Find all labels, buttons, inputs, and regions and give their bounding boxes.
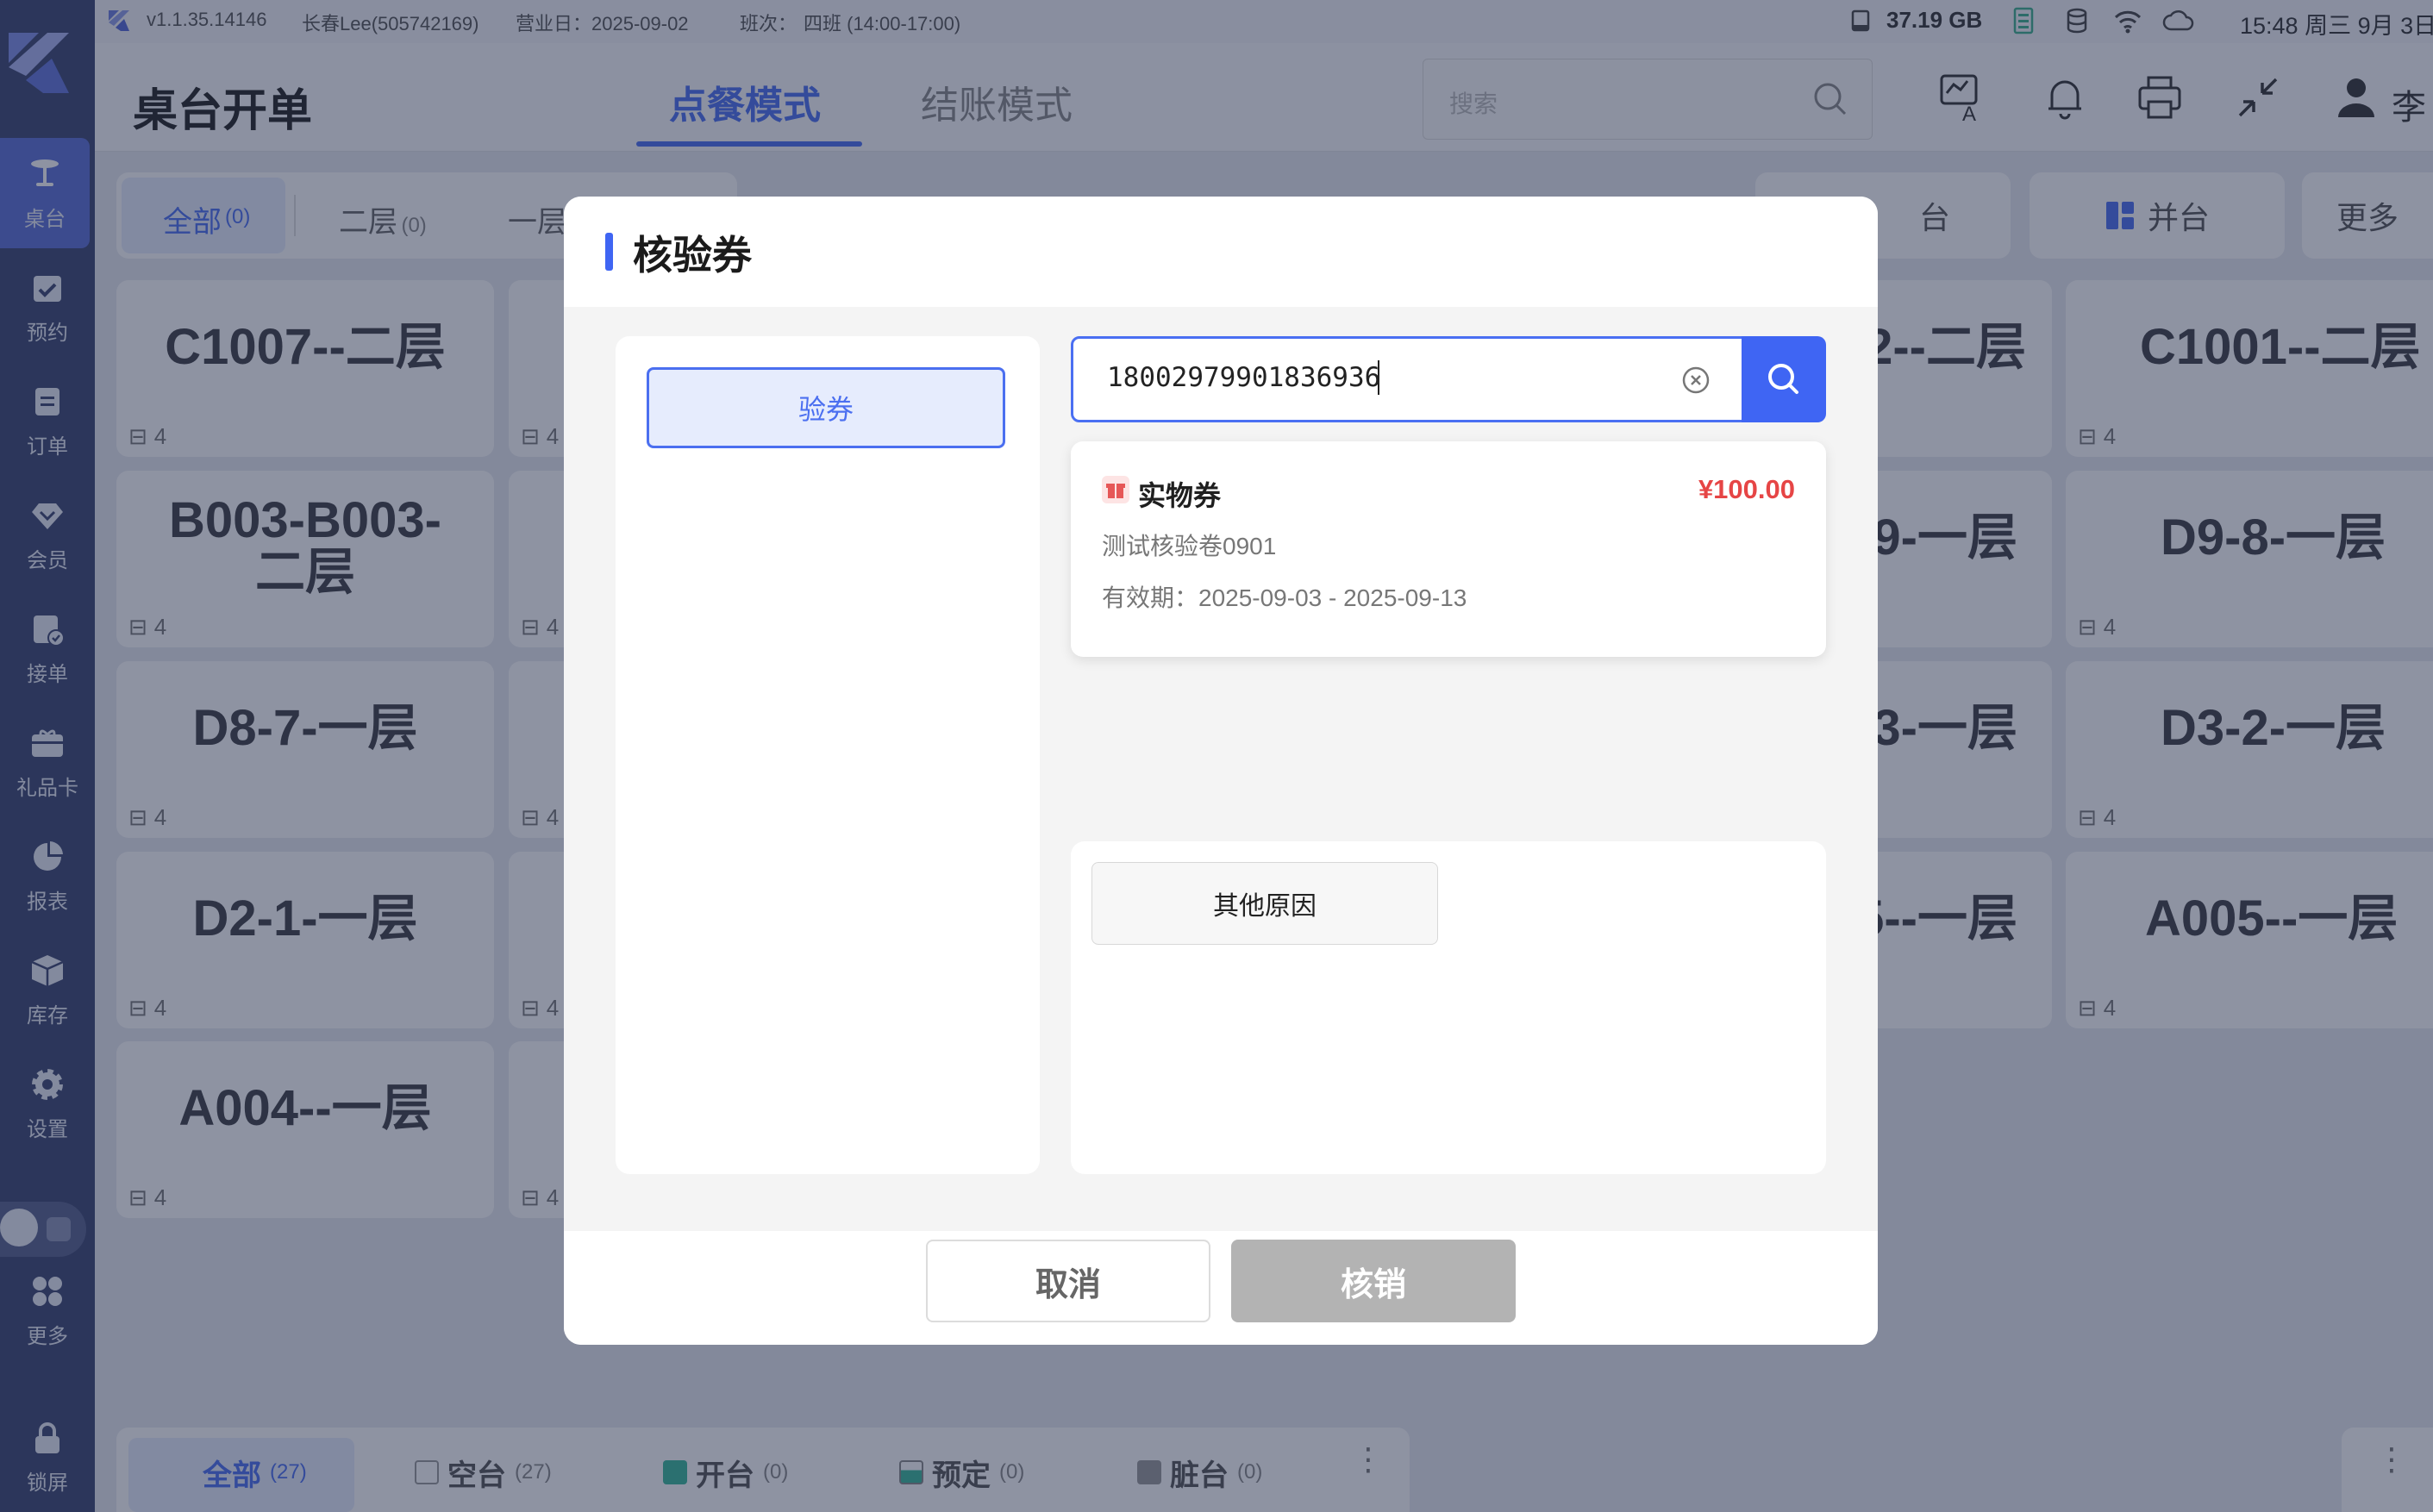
coupon-validity: 有效期：2025-09-03 - 2025-09-13 xyxy=(1102,584,1467,611)
clear-icon[interactable] xyxy=(1681,366,1711,395)
verify-coupon-tab[interactable]: 验券 xyxy=(647,367,1005,448)
search-coupon-button[interactable] xyxy=(1742,336,1826,422)
coupon-name: 测试核验卷0901 xyxy=(1102,533,1277,559)
coupon-card[interactable]: 实物券 ¥100.00 测试核验卷0901 有效期：2025-09-03 - 2… xyxy=(1071,441,1826,657)
coupon-price: ¥100.00 xyxy=(1698,474,1795,504)
dialog-title: 核验券 xyxy=(633,233,752,278)
search-icon xyxy=(1768,364,1798,394)
title-accent-bar xyxy=(605,233,613,271)
dialog-footer xyxy=(564,1231,1878,1345)
gift-icon xyxy=(1102,476,1129,503)
coupon-code-value: 18002979901836936 xyxy=(1107,362,1381,393)
coupon-type: 实物券 xyxy=(1138,480,1222,511)
text-cursor xyxy=(1378,360,1379,395)
verify-coupon-dialog: 核验券 验券 18002979901836936 实物券 ¥100.00 测试核… xyxy=(564,197,1878,1345)
redeem-button[interactable]: 核销 xyxy=(1231,1240,1516,1322)
verify-type-panel xyxy=(616,336,1040,1174)
dialog-header: 核验券 xyxy=(564,197,1878,307)
cancel-button[interactable]: 取消 xyxy=(926,1240,1210,1322)
other-reason-button[interactable]: 其他原因 xyxy=(1091,862,1438,945)
